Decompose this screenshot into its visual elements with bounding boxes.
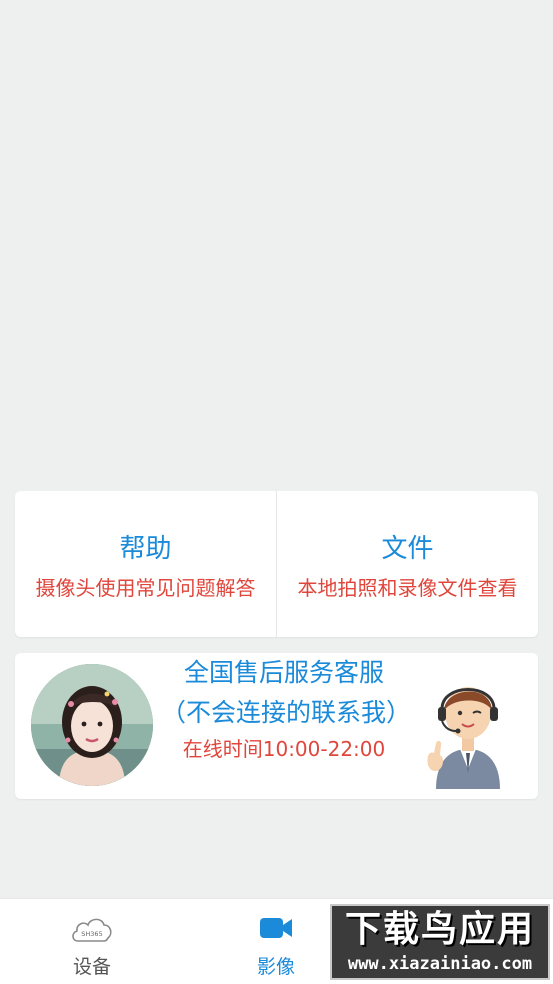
cloud-sh365-icon: SH365 [70, 915, 114, 947]
tab-devices[interactable]: SH365 设备 [0, 899, 184, 984]
service-text: 全国售后服务客服（不会连接的联系我） 在线时间10:00-22:00 [161, 653, 412, 763]
watermark-url: www.xiazainiao.com [347, 954, 533, 974]
files-title: 文件 [381, 534, 434, 564]
customer-service-card[interactable]: 全国售后服务客服（不会连接的联系我） 在线时间10:00-22:00 [15, 653, 538, 799]
help-title: 帮助 [119, 534, 172, 564]
site-watermark: 下载鸟应用 www.xiazainiao.com [330, 904, 550, 980]
service-title: 全国售后服务客服（不会连接的联系我） [161, 658, 412, 727]
svg-text:SH365: SH365 [81, 930, 102, 938]
files-subtitle: 本地拍照和录像文件查看 [297, 576, 518, 600]
video-camera-icon [259, 915, 293, 945]
help-entry[interactable]: 帮助 摄像头使用常见问题解答 [15, 491, 276, 637]
tab-devices-label: 设备 [72, 956, 111, 978]
service-avatar [31, 664, 153, 786]
headset-agent-icon [422, 669, 514, 789]
files-entry[interactable]: 文件 本地拍照和录像文件查看 [276, 491, 538, 637]
watermark-title: 下载鸟应用 [344, 909, 535, 950]
service-hours: 在线时间10:00-22:00 [182, 737, 386, 761]
help-subtitle: 摄像头使用常见问题解答 [35, 576, 256, 600]
help-files-card: 帮助 摄像头使用常见问题解答 文件 本地拍照和录像文件查看 [15, 491, 538, 637]
